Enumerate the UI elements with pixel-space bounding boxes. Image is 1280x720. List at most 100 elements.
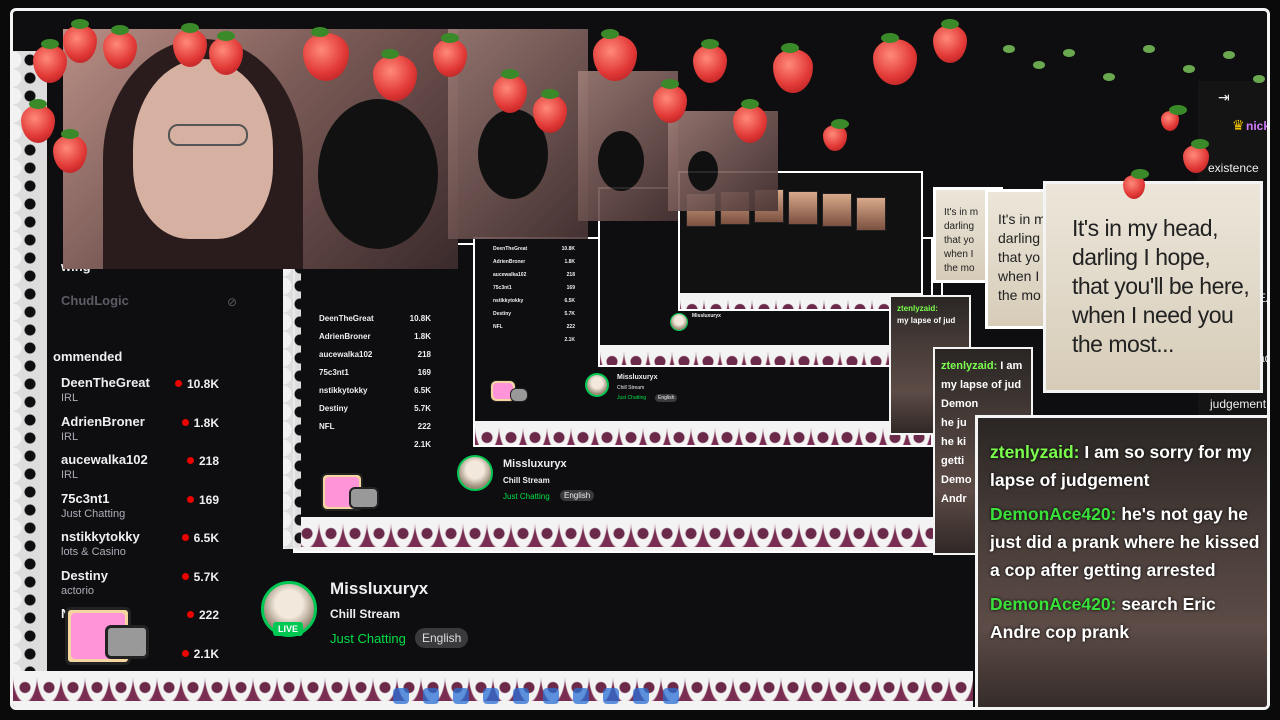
channel-item[interactable]: DeenTheGreat IRL 10.8K — [53, 373, 263, 412]
channel-category: Just Chatting — [61, 507, 126, 520]
app-icon — [573, 688, 589, 704]
stream-canvas: ⇥ ♛ nick_ existence EAR ad: judgement wi… — [10, 8, 1270, 710]
live-badge: LIVE — [273, 622, 303, 636]
lyric-line: when I need you — [1072, 302, 1234, 328]
nyan-cat-sticker — [488, 378, 530, 406]
channel-item[interactable]: Destiny actorio 5.7K — [53, 566, 263, 605]
nyan-cat-sticker — [33, 603, 153, 673]
language-tag: English — [560, 490, 595, 501]
glasses-icon — [168, 124, 248, 146]
face-thumbnail — [822, 193, 852, 227]
channel-name: nstikkytokky — [61, 529, 140, 544]
channel-category: IRL — [61, 392, 79, 404]
channel-name: aucewalka102 — [61, 452, 148, 467]
lace-border — [295, 517, 941, 551]
stream-title: Chill Stream — [617, 385, 645, 391]
channel-item[interactable]: aucewalka102 IRL 218 — [53, 450, 263, 489]
pop-filter — [318, 99, 438, 249]
chat-username[interactable]: DemonAce420: — [990, 504, 1116, 524]
streamer-face — [133, 59, 273, 239]
nested-channel-list: DeenTheGreat 10.8K AdrienBroner 1.8K aucew… — [493, 246, 575, 343]
channel-avatar[interactable] — [670, 313, 688, 331]
stream-title: Chill Stream — [503, 476, 550, 485]
strawberry-icon — [1183, 139, 1209, 173]
viewer-count: 169 — [186, 493, 219, 507]
lace-border-inner — [283, 259, 301, 549]
webcam-feed-echo — [448, 29, 588, 239]
lyric-line: the most... — [1072, 331, 1174, 357]
viewer-count: 218 — [186, 454, 219, 468]
channel-avatar[interactable] — [457, 455, 493, 491]
taskbar-reflection — [393, 683, 973, 707]
lyric-line: It's in my head, — [1072, 215, 1218, 241]
channel-category: IRL — [61, 430, 79, 443]
webcam-feed-echo — [578, 71, 678, 221]
pop-filter — [688, 151, 718, 191]
strawberry-icon — [823, 119, 849, 151]
lace-border-left — [13, 51, 47, 701]
stream-category: Just Chatting — [503, 492, 550, 501]
stream-channel-name: Missluxuryx — [692, 313, 721, 319]
webcam-feed-echo — [668, 111, 778, 211]
lyric-line: that you'll be here, — [1072, 273, 1250, 299]
live-dot — [181, 572, 189, 580]
live-dot — [186, 611, 194, 618]
channel-avatar[interactable] — [585, 373, 609, 397]
app-icon — [633, 688, 649, 704]
face-thumbnail — [856, 197, 886, 231]
app-icon — [513, 688, 529, 704]
channel-item[interactable]: 75c3nt1 Just Chatting 169 — [53, 489, 263, 528]
offline-channel[interactable]: ChudLogic — [61, 293, 129, 308]
live-dot — [181, 649, 189, 657]
chat-message: DemonAce420: search Eric Andre cop prank — [990, 590, 1267, 646]
chat-message: ztenlyzaid: I am so sorry for my lapse o… — [990, 438, 1267, 494]
strawberry-icon — [933, 19, 967, 63]
channel-item[interactable]: nstikkytokky lots & Casino 6.5K — [53, 527, 263, 566]
stream-category[interactable]: Just Chatting — [330, 631, 406, 646]
language-tag: English — [655, 394, 678, 402]
stream-category: Just Chatting — [617, 395, 647, 401]
live-dot — [181, 534, 189, 541]
language-tag[interactable]: English — [415, 628, 469, 648]
live-dot — [174, 380, 182, 387]
pop-filter — [478, 109, 548, 199]
app-icon — [423, 688, 439, 704]
live-dot — [186, 495, 194, 503]
channel-name: Destiny — [61, 567, 108, 583]
app-icon — [483, 688, 499, 704]
viewer-count: 222 — [186, 608, 219, 622]
lace-border — [680, 293, 921, 309]
app-icon — [393, 688, 409, 704]
strawberry-icon — [773, 43, 813, 93]
stream-title: Chill Stream — [330, 607, 401, 621]
face-thumbnail — [788, 191, 818, 225]
lace-border — [475, 421, 931, 445]
lyric-line: darling I hope, — [1072, 244, 1211, 270]
channel-category: actorio — [61, 584, 95, 597]
channel-name: DeenTheGreat — [61, 375, 150, 390]
viewer-count: 5.7K — [181, 570, 219, 584]
live-dot — [181, 418, 189, 426]
chat-username[interactable]: ztenlyzaid: — [990, 442, 1079, 462]
stream-channel-name[interactable]: Missluxuryx — [330, 579, 428, 599]
strawberry-icon — [1161, 105, 1187, 131]
chat-username[interactable]: DemonAce420: — [990, 594, 1116, 614]
chat-message: DemonAce420: he's not gay he just did a … — [990, 500, 1267, 584]
app-icon — [453, 688, 469, 704]
channel-category: lots & Casino — [61, 546, 126, 558]
channel-name: 75c3nt1 — [61, 490, 110, 506]
channel-name: AdrienBroner — [61, 413, 145, 429]
stream-channel-name: Missluxuryx — [503, 458, 567, 470]
viewer-count: 1.8K — [181, 416, 219, 430]
chat-overlay: ztenlyzaid: I am so sorry for my lapse o… — [975, 415, 1267, 707]
stream-channel-name: Missluxuryx — [617, 374, 658, 381]
lace-border — [600, 345, 916, 365]
webcam-feed — [63, 29, 458, 269]
channel-item[interactable]: AdrienBroner IRL 1.8K — [53, 412, 263, 451]
app-icon — [543, 688, 559, 704]
recommended-heading: ommended — [53, 349, 123, 364]
viewer-count: 2.1K — [181, 647, 219, 661]
video-off-icon: ⊘ — [227, 295, 238, 309]
viewer-count: 6.5K — [181, 531, 219, 545]
pop-filter — [598, 131, 644, 191]
